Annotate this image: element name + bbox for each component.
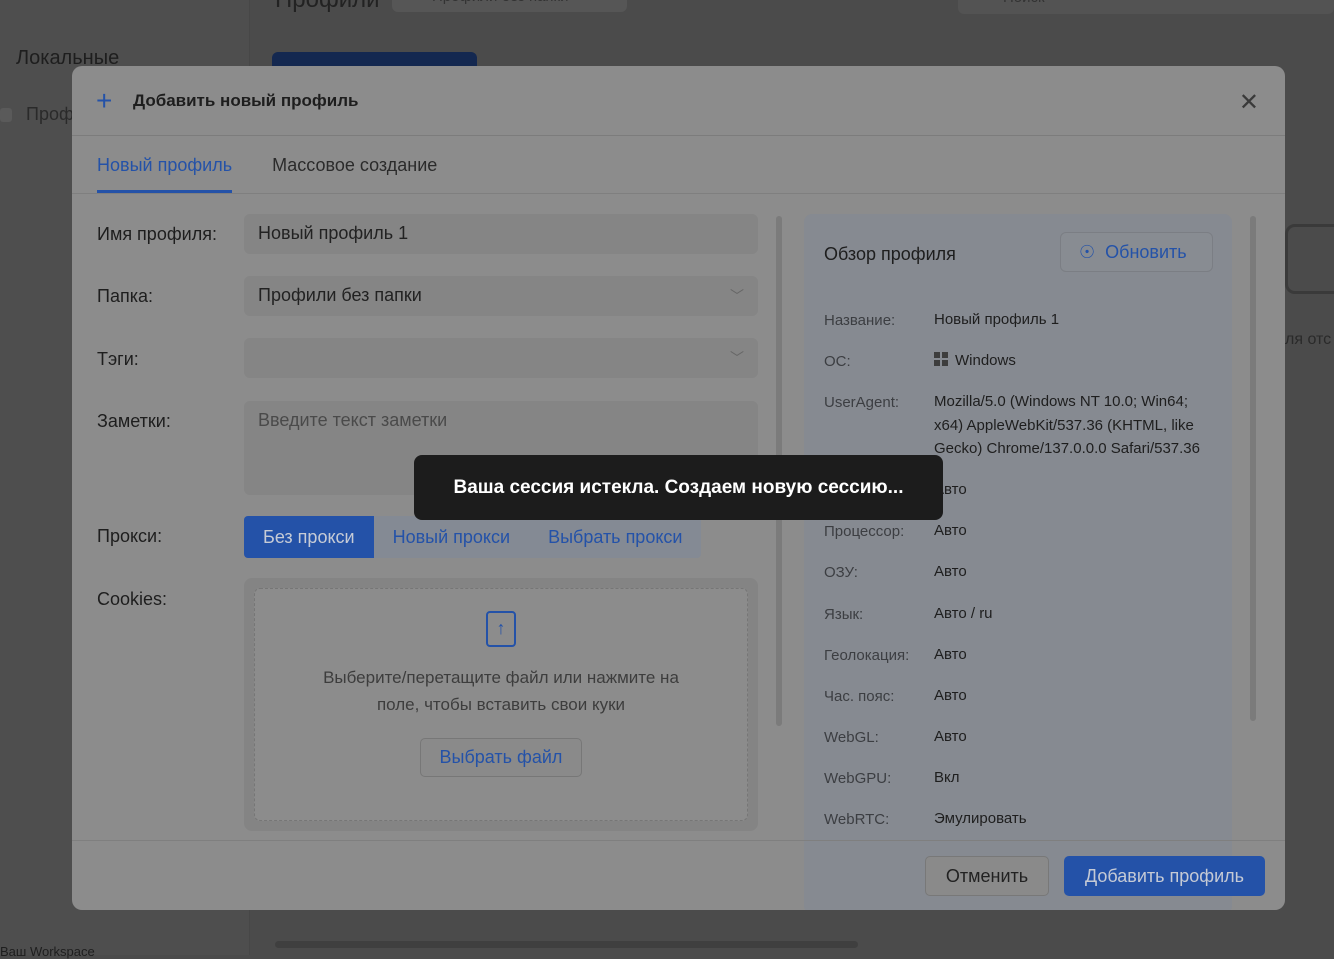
cookies-label: Cookies:: [97, 589, 168, 609]
overview-key: WebGL:: [824, 729, 879, 746]
tags-select[interactable]: ﹀: [244, 338, 758, 378]
overview-value: Авто: [934, 687, 967, 704]
dialog-tabs: Новый профиль Массовое создание: [72, 136, 1285, 194]
proxy-segmented-control: Без прокси Новый прокси Выбрать прокси: [244, 516, 702, 558]
overview-row: ОЗУ: Авто: [824, 563, 1224, 584]
dialog-title: Добавить новый профиль: [133, 90, 359, 110]
overview-key: Название:: [824, 312, 896, 329]
overview-key: ОЗУ:: [824, 564, 858, 581]
upload-file-icon: ↑: [486, 611, 516, 647]
cookies-hint: Выберите/перетащите файл или нажмите на: [323, 668, 679, 687]
profile-overview-panel: Обзор профиля ☉ Обновить Название: Новый п…: [804, 214, 1232, 910]
fingerprint-icon: ☉: [1079, 242, 1096, 262]
overview-value: Авто: [934, 522, 967, 539]
refresh-fingerprint-button[interactable]: ☉ Обновить: [1060, 232, 1213, 272]
overview-row: Язык: Авто / ru: [824, 605, 1224, 626]
choose-file-button[interactable]: Выбрать файл: [419, 738, 583, 777]
tags-label: Тэги:: [97, 349, 139, 369]
overview-value: Новый профиль 1: [934, 311, 1060, 328]
overview-row: Процессор: Авто: [824, 522, 1224, 543]
add-profile-button[interactable]: Добавить профиль: [1064, 856, 1265, 896]
profile-name-input[interactable]: Новый профиль 1: [244, 214, 758, 254]
overview-row: WebRTC: Эмулировать: [824, 810, 1224, 831]
cancel-button[interactable]: Отменить: [925, 856, 1049, 896]
chevron-down-icon: ﹀: [730, 350, 744, 366]
overview-value: Эмулировать: [934, 810, 1027, 827]
os-value: Windows: [955, 352, 1016, 369]
overview-row: WebGPU: Вкл: [824, 769, 1224, 790]
overview-row: ОС: Windows: [824, 352, 1224, 373]
cookies-hint: поле, чтобы вставить свои куки: [376, 695, 626, 714]
overview-row: Название: Новый профиль 1: [824, 311, 1224, 332]
session-expired-toast: Ваша сессия истекла. Создаем новую сесси…: [414, 455, 943, 520]
proxy-new-button[interactable]: Новый прокси: [374, 516, 529, 558]
overview-key: ОС:: [824, 353, 851, 370]
background-folder-select: Профили без папки: [392, 0, 627, 12]
tab-bulk-create[interactable]: Массовое создание: [272, 136, 437, 193]
overview-key: WebRTC:: [824, 811, 890, 828]
overview-key: Час. пояс:: [824, 688, 895, 705]
overview-row: Геолокация: Авто: [824, 646, 1224, 667]
proxy-label: Прокси:: [97, 526, 163, 546]
overview-value: Авто / ru: [934, 605, 993, 622]
overview-row: UserAgent: Mozilla/5.0 (Windows NT 10.0; …: [824, 393, 1224, 461]
overview-value: Авто: [934, 646, 967, 663]
close-icon[interactable]: ✕: [1239, 88, 1259, 117]
background-empty-icon: [1285, 224, 1334, 294]
background-search: Поиск: [958, 0, 1334, 14]
folder-value: Профили без папки: [258, 285, 422, 305]
background-scrollbar: [275, 941, 858, 948]
background-page-title: Профили: [275, 0, 380, 14]
folder-label: Папка:: [97, 286, 153, 306]
cookies-dropzone[interactable]: ↑ Выберите/перетащите файл или нажмите н…: [244, 578, 758, 831]
windows-icon: [934, 352, 949, 367]
background-empty-text: ля отс: [1285, 331, 1332, 348]
overview-row: Час. пояс: Авто: [824, 687, 1224, 708]
overview-row: WebGL: Авто: [824, 728, 1224, 749]
folder-select[interactable]: Профили без папки ﹀: [244, 276, 758, 316]
notes-label: Заметки:: [97, 411, 171, 431]
background-sidebar-item: Проф: [0, 104, 74, 125]
overview-value: Mozilla/5.0 (Windows NT 10.0; Win64; x64…: [934, 393, 1200, 457]
overview-value: Windows: [934, 349, 1214, 373]
chevron-down-icon: ﹀: [730, 288, 744, 304]
proxy-select-button[interactable]: Выбрать прокси: [529, 516, 701, 558]
overview-value: Авто: [934, 481, 967, 498]
overview-key: Процессор:: [824, 523, 905, 540]
name-label: Имя профиля:: [97, 224, 217, 244]
plus-icon: +: [96, 84, 113, 116]
background-workspace: Ваш Workspace: [0, 944, 95, 959]
proxy-none-button[interactable]: Без прокси: [244, 516, 374, 558]
dialog-header: + Добавить новый профиль ✕: [72, 66, 1285, 136]
refresh-label: Обновить: [1105, 242, 1187, 262]
overview-scrollbar[interactable]: [1250, 216, 1256, 721]
overview-value: Авто: [934, 728, 967, 745]
overview-key: UserAgent:: [824, 394, 900, 411]
overview-key: Язык:: [824, 606, 864, 623]
overview-value: Вкл: [934, 769, 960, 786]
overview-title: Обзор профиля: [824, 244, 956, 264]
overview-key: Геолокация:: [824, 647, 910, 664]
overview-key: WebGPU:: [824, 770, 892, 787]
tab-new-profile[interactable]: Новый профиль: [97, 136, 233, 193]
overview-value: Авто: [934, 563, 967, 580]
